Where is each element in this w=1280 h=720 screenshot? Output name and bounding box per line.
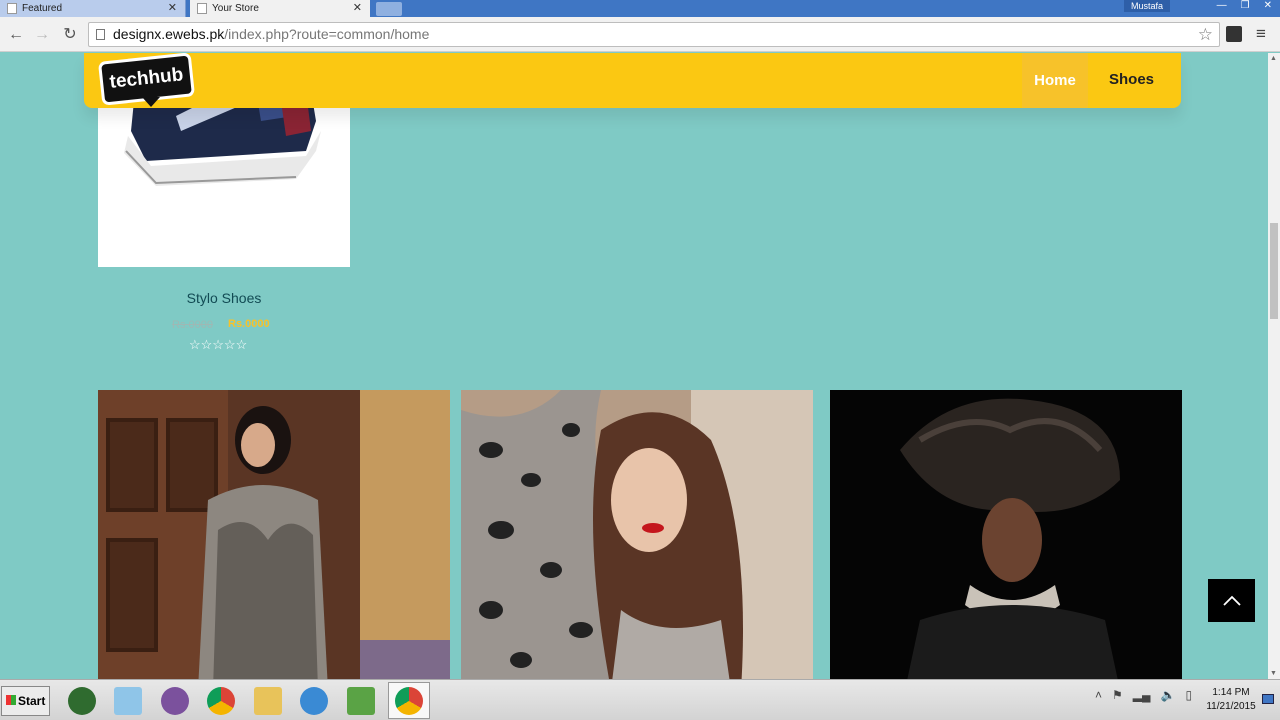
nav-shoes[interactable]: Shoes: [1109, 71, 1154, 88]
page-scrollbar[interactable]: ▲ ▼: [1268, 53, 1280, 679]
restore-icon[interactable]: ❐: [1241, 0, 1250, 11]
tab-strip: Featured ✕ Your Store ✕ Mustafa — ❐ ✕: [0, 0, 1280, 17]
reload-icon[interactable]: ↻: [60, 25, 80, 45]
scroll-thumb[interactable]: [1270, 223, 1278, 319]
tab-label: Featured: [22, 3, 63, 14]
bookmark-star-icon[interactable]: ☆: [1198, 23, 1213, 46]
page-icon: [96, 29, 105, 40]
power-icon[interactable]: ▯: [1185, 688, 1192, 702]
folder-icon[interactable]: [254, 687, 282, 715]
close-window-icon[interactable]: ✕: [1264, 0, 1272, 11]
minimize-icon[interactable]: —: [1217, 0, 1227, 11]
flag-icon[interactable]: ⚑: [1112, 688, 1123, 702]
product-name[interactable]: Stylo Shoes: [98, 290, 350, 306]
logo-tail: [142, 97, 160, 107]
model-headpiece-image: [830, 390, 1182, 679]
fashion-photo-2[interactable]: [461, 390, 813, 679]
woman-in-dress-image: [98, 390, 450, 679]
chrome-icon: [395, 687, 423, 715]
show-desktop-button[interactable]: [1262, 694, 1274, 704]
volume-icon[interactable]: 🔈: [1161, 688, 1176, 702]
tab-your-store[interactable]: Your Store ✕: [190, 0, 370, 17]
app-icon-green[interactable]: [68, 687, 96, 715]
close-icon[interactable]: ✕: [353, 1, 362, 14]
new-price: Rs.0000: [228, 318, 270, 330]
viber-icon[interactable]: [161, 687, 189, 715]
tray-expand-icon[interactable]: ˄: [1095, 688, 1102, 702]
url-path: /index.php?route=common/home: [224, 26, 430, 42]
start-button[interactable]: Start: [1, 686, 50, 716]
browser-globe-icon[interactable]: [300, 687, 328, 715]
start-label: Start: [18, 694, 46, 708]
windows-logo-icon: [6, 695, 16, 705]
fashion-photo-1[interactable]: [98, 390, 450, 679]
scroll-up-icon[interactable]: ▲: [1270, 55, 1277, 62]
address-bar[interactable]: designx.ewebs.pk/index.php?route=common/…: [88, 22, 1220, 47]
old-price: Rs.0000: [172, 319, 213, 331]
chrome-icon[interactable]: [207, 687, 235, 715]
woman-leopard-print-image: [461, 390, 813, 679]
page-icon: [7, 3, 17, 14]
window-controls: — ❐ ✕: [1217, 0, 1272, 11]
fashion-photo-3[interactable]: [830, 390, 1182, 679]
page-viewport: techhub Home Shoes Stylo Shoes Rs.0000 R…: [0, 53, 1268, 679]
clock-date: 11/21/2015: [1206, 701, 1256, 712]
scroll-down-icon[interactable]: ▼: [1270, 670, 1277, 677]
logo-text: techhub: [108, 64, 185, 93]
system-clock[interactable]: 1:14 PM 11/21/2015: [1200, 686, 1262, 714]
extension-icon[interactable]: [1226, 26, 1242, 42]
spreadsheet-icon[interactable]: [347, 687, 375, 715]
new-tab-button[interactable]: [376, 2, 402, 16]
back-to-top-button[interactable]: [1208, 579, 1255, 622]
clock-time: 1:14 PM: [1212, 687, 1250, 698]
close-icon[interactable]: ✕: [168, 1, 177, 14]
url-domain: designx.ewebs.pk: [113, 26, 225, 42]
tab-label: Your Store: [212, 3, 259, 14]
network-icon[interactable]: ▂▄: [1133, 688, 1151, 702]
nav-home[interactable]: Home: [1022, 53, 1088, 108]
forward-icon[interactable]: →: [32, 25, 52, 45]
cart-icon: [197, 3, 207, 14]
chevron-up-icon: [1222, 595, 1241, 606]
tab-featured[interactable]: Featured ✕: [0, 0, 186, 17]
taskbar: Start ˄ ⚑ ▂▄ 🔈 ▯ 1:14 PM 11/21/2015: [0, 679, 1280, 720]
app-icon-eraser[interactable]: [114, 687, 142, 715]
site-header: techhub Home Shoes: [84, 53, 1181, 108]
back-icon[interactable]: ←: [6, 25, 26, 45]
system-tray: ˄ ⚑ ▂▄ 🔈 ▯: [1095, 688, 1192, 702]
active-task-chrome[interactable]: [388, 682, 430, 719]
star-rating: ☆☆☆☆☆: [189, 337, 248, 352]
profile-name[interactable]: Mustafa: [1124, 0, 1170, 12]
browser-toolbar: ← → ↻ designx.ewebs.pk/index.php?route=c…: [0, 17, 1280, 52]
menu-icon[interactable]: ≡: [1256, 24, 1266, 44]
